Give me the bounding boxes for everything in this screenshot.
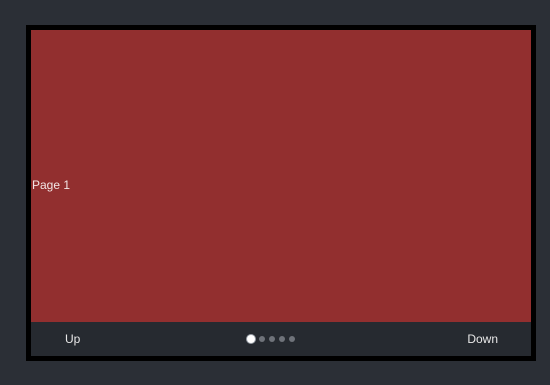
page-dot-4[interactable] — [279, 336, 285, 342]
page-indicator — [247, 335, 295, 343]
up-button[interactable]: Up — [59, 322, 86, 356]
down-button[interactable]: Down — [461, 322, 504, 356]
page-dot-5[interactable] — [289, 336, 295, 342]
page-label: Page 1 — [32, 178, 71, 192]
page-dot-1[interactable] — [247, 335, 255, 343]
page-panel: Page 1 — [31, 30, 531, 322]
page-dot-3[interactable] — [269, 336, 275, 342]
page-dot-2[interactable] — [259, 336, 265, 342]
pager-nav-bar: Up Down — [31, 322, 531, 356]
